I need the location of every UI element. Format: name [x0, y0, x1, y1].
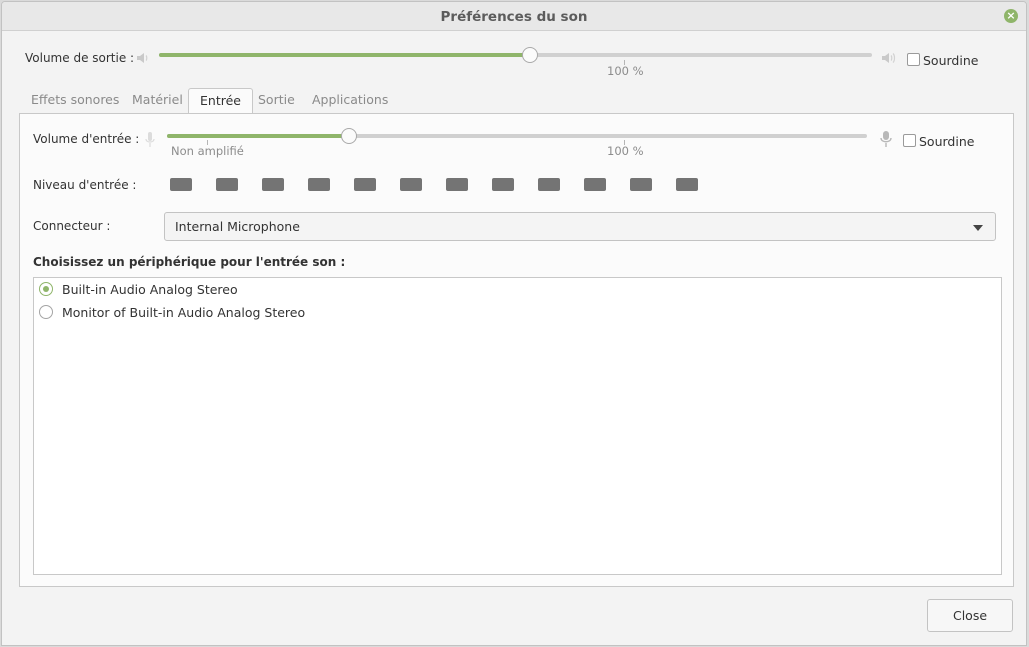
device-label-builtin[interactable]: Built-in Audio Analog Stereo: [62, 282, 238, 297]
tab-applications[interactable]: Applications: [301, 88, 399, 114]
input-device-list: Built-in Audio Analog Stereo Monitor of …: [33, 277, 1002, 575]
speaker-low-icon: [137, 53, 148, 63]
level-segment: [446, 178, 468, 191]
level-segment: [492, 178, 514, 191]
speaker-high-icon: [882, 53, 896, 63]
input-volume-knob[interactable]: [341, 128, 357, 144]
tab-hardware[interactable]: Matériel: [121, 88, 194, 114]
device-heading: Choisissez un périphérique pour l'entrée…: [33, 255, 346, 269]
microphone-icon: [880, 131, 892, 147]
level-segment: [170, 178, 192, 191]
connector-label: Connecteur :: [33, 219, 111, 233]
level-segment: [216, 178, 238, 191]
device-radio-monitor[interactable]: [39, 305, 53, 319]
dropdown-arrow-icon: [973, 225, 983, 231]
level-segment: [584, 178, 606, 191]
input-volume-slider[interactable]: [167, 128, 867, 144]
level-segment: [400, 178, 422, 191]
tab-output[interactable]: Sortie: [247, 88, 306, 114]
level-segment: [538, 178, 560, 191]
output-mute-label: Sourdine: [923, 53, 979, 68]
output-volume-fill: [159, 53, 530, 57]
sound-preferences-window: Préférences du son × Volume de sortie : …: [1, 1, 1027, 646]
output-volume-slider[interactable]: [159, 47, 872, 63]
level-segment: [676, 178, 698, 191]
close-button[interactable]: Close: [927, 599, 1013, 632]
output-volume-knob[interactable]: [521, 47, 538, 63]
device-radio-builtin[interactable]: [39, 282, 53, 296]
level-segment: [308, 178, 330, 191]
device-label-monitor[interactable]: Monitor of Built-in Audio Analog Stereo: [62, 305, 305, 320]
tab-input[interactable]: Entrée: [188, 88, 253, 115]
output-mute-checkbox[interactable]: [907, 53, 920, 66]
window-title: Préférences du son: [440, 9, 588, 25]
output-volume-label: Volume de sortie :: [25, 51, 135, 65]
title-bar[interactable]: Préférences du son ×: [2, 2, 1026, 31]
input-mute-label: Sourdine: [919, 134, 975, 149]
output-100-label: 100 %: [607, 64, 644, 78]
level-segment: [354, 178, 376, 191]
connector-value: Internal Microphone: [175, 219, 300, 234]
input-100-label: 100 %: [607, 144, 644, 158]
microphone-muted-icon: [145, 132, 155, 147]
level-segment: [630, 178, 652, 191]
input-volume-fill: [167, 134, 349, 138]
level-segment: [262, 178, 284, 191]
window-close-icon[interactable]: ×: [1004, 9, 1018, 23]
input-panel: Volume d'entrée : Non amplifié 100 % Sou…: [19, 113, 1014, 587]
connector-dropdown[interactable]: Internal Microphone: [164, 212, 996, 241]
tab-sound-effects[interactable]: Effets sonores: [20, 88, 130, 114]
input-volume-label: Volume d'entrée :: [33, 132, 140, 146]
input-level-label: Niveau d'entrée :: [33, 178, 137, 192]
input-unamplified-label: Non amplifié: [171, 144, 244, 158]
input-mute-checkbox[interactable]: [903, 134, 916, 147]
